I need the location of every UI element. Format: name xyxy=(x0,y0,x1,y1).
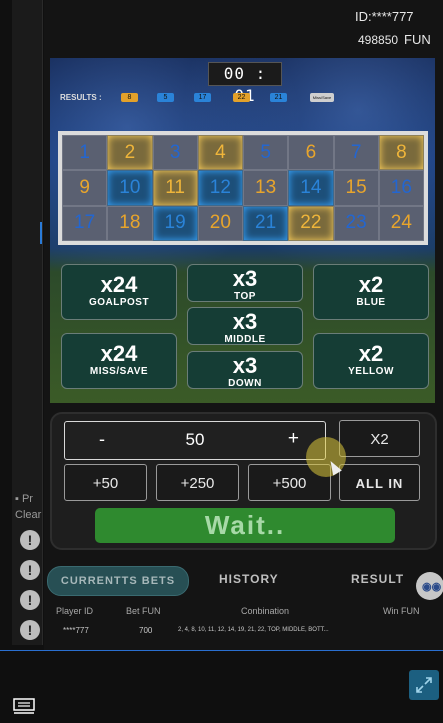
grid-cell[interactable]: 4 xyxy=(197,135,243,171)
bet-label: DOWN xyxy=(228,378,262,389)
grid-cell[interactable]: 1 xyxy=(62,135,108,171)
balance: 498850 xyxy=(358,33,399,47)
left-panel xyxy=(0,0,44,723)
row-combination: 2, 4, 8, 10, 11, 12, 14, 19, 21, 22, TOP… xyxy=(178,627,329,633)
bot-icon[interactable]: ◉◉ xyxy=(416,572,443,600)
result-chip: 17 xyxy=(194,93,211,102)
multiplier: x3 xyxy=(232,309,258,334)
bet-middle-button[interactable]: x3 MIDDLE xyxy=(187,307,303,345)
grid-cell[interactable]: 24 xyxy=(378,205,424,241)
stake-value: 50 xyxy=(185,430,205,449)
stake-stepper[interactable]: - 50 + xyxy=(64,421,326,460)
clear-link[interactable]: Clear xyxy=(15,509,41,521)
row-player-id: ****777 xyxy=(63,626,89,635)
bottom-bar xyxy=(0,651,443,723)
grid-cell[interactable]: 10 xyxy=(107,170,153,206)
bet-blue-button[interactable]: x2 BLUE xyxy=(313,264,429,320)
col-win: Win FUN xyxy=(383,606,420,616)
grid-cell[interactable]: 5 xyxy=(243,135,289,171)
col-combination: Conbination xyxy=(241,606,290,616)
add-250-button[interactable]: +250 xyxy=(156,464,239,501)
grid-cell[interactable]: 8 xyxy=(378,135,424,171)
folder-tab-label[interactable]: ▪ Pr xyxy=(15,493,33,505)
row-bet: 700 xyxy=(139,626,153,635)
warning-icon: ! xyxy=(20,530,40,550)
warning-icon: ! xyxy=(20,590,40,610)
warning-icon: ! xyxy=(20,560,40,580)
grid-cell[interactable]: 15 xyxy=(333,170,379,206)
bet-label: BLUE xyxy=(356,297,386,308)
add-50-button[interactable]: +50 xyxy=(64,464,147,501)
multiplier: x3 xyxy=(232,353,258,378)
multiplier: x2 xyxy=(358,341,384,366)
multiplier: x2 xyxy=(358,272,384,297)
results-label: RESULTS : xyxy=(60,93,102,102)
grid-cell[interactable]: 2 xyxy=(107,135,153,171)
grid-cell[interactable]: 22 xyxy=(288,205,334,241)
grid-cell[interactable]: 12 xyxy=(197,170,243,206)
tab-current-bets[interactable]: CURRENTTS BETS xyxy=(47,566,189,596)
bet-down-button[interactable]: x3 DOWN xyxy=(187,351,303,389)
multiplier: x24 xyxy=(100,341,138,366)
tab-result[interactable]: RESULT xyxy=(351,572,404,586)
multiplier: x3 xyxy=(232,266,258,291)
multiplier: x24 xyxy=(100,272,138,297)
grid-cell[interactable]: 14 xyxy=(288,170,334,206)
bet-label: MISS/SAVE xyxy=(89,366,149,377)
grid-cell[interactable]: 7 xyxy=(333,135,379,171)
result-chip: 22 xyxy=(233,93,250,102)
expand-icon[interactable] xyxy=(409,670,439,700)
bet-label: MIDDLE xyxy=(224,334,266,345)
grid-cell[interactable]: 6 xyxy=(288,135,334,171)
mode-label: FUN xyxy=(404,32,431,47)
bet-top-button[interactable]: x3 TOP xyxy=(187,264,303,302)
bet-label: YELLOW xyxy=(348,366,394,377)
bet-label: GOALPOST xyxy=(88,297,150,308)
result-chip: Miss/Save xyxy=(310,93,334,102)
warning-icon: ! xyxy=(20,620,40,640)
bet-goalpost-button[interactable]: x24 GOALPOST xyxy=(61,264,177,320)
grid-cell[interactable]: 9 xyxy=(62,170,108,206)
grid-cell[interactable]: 19 xyxy=(152,205,198,241)
grid-cell[interactable]: 23 xyxy=(333,205,379,241)
round-timer: 00 : 01 xyxy=(208,62,282,105)
col-bet: Bet FUN xyxy=(126,606,161,616)
scroll-indicator xyxy=(40,222,42,244)
grid-cell[interactable]: 20 xyxy=(197,205,243,241)
tab-history[interactable]: HISTORY xyxy=(219,572,279,586)
bet-miss-save-button[interactable]: x24 MISS/SAVE xyxy=(61,333,177,389)
number-grid: 1 2 3 4 5 6 7 8 9 10 11 12 13 14 15 16 17 18 19 20 21 22 23 24 xyxy=(62,135,424,241)
grid-cell[interactable]: 16 xyxy=(378,170,424,206)
all-in-button[interactable]: ALL IN xyxy=(339,464,420,501)
result-chip: 5 xyxy=(157,93,174,102)
col-player-id: Player ID xyxy=(56,606,94,616)
result-chip: 21 xyxy=(270,93,287,102)
grid-cell[interactable]: 13 xyxy=(243,170,289,206)
tab-label: CURRENTTS BETS xyxy=(60,575,176,587)
grid-cell[interactable]: 21 xyxy=(243,205,289,241)
double-stake-button[interactable]: X2 xyxy=(339,420,420,457)
bet-label: TOP xyxy=(234,291,256,302)
grid-cell[interactable]: 11 xyxy=(152,170,198,206)
grid-cell[interactable]: 3 xyxy=(152,135,198,171)
result-chip: 8 xyxy=(121,93,138,102)
grid-cell[interactable]: 18 xyxy=(107,205,153,241)
user-id: ID:****777 xyxy=(355,9,414,24)
increase-stake-button[interactable]: + xyxy=(288,428,299,450)
goal-frame: 1 2 3 4 5 6 7 8 9 10 11 12 13 14 15 16 17 18 19 20 21 22 23 24 xyxy=(58,131,428,245)
grid-cell[interactable]: 17 xyxy=(62,205,108,241)
wait-button[interactable]: Wait.. xyxy=(95,508,395,543)
bet-yellow-button[interactable]: x2 YELLOW xyxy=(313,333,429,389)
chat-icon[interactable] xyxy=(13,698,35,714)
